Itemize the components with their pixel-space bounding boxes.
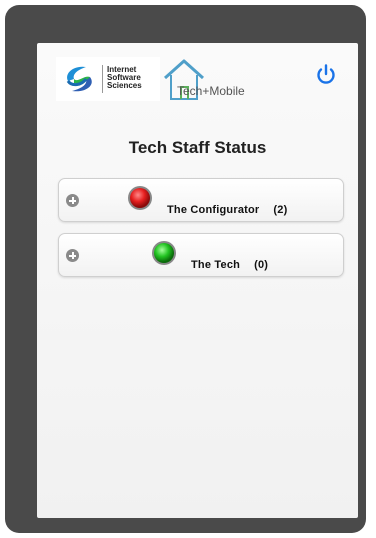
staff-count: (0) — [254, 259, 269, 271]
logo-line-3: Sciences — [107, 81, 142, 90]
swirl-logo-icon — [66, 66, 92, 92]
device-frame: Internet Software Sciences Tech+Mobile T… — [5, 5, 366, 533]
app-screen: Internet Software Sciences Tech+Mobile T… — [37, 43, 358, 518]
staff-count: (2) — [273, 204, 288, 216]
page-title: Tech Staff Status — [128, 138, 267, 157]
status-orb-icon — [152, 241, 176, 265]
staff-label: The Configurator (2) — [167, 204, 287, 216]
status-orb-icon — [128, 186, 152, 210]
staff-row-configurator[interactable]: The Configurator (2) — [58, 178, 344, 222]
power-icon[interactable] — [314, 63, 338, 87]
logo-text: Internet Software Sciences — [107, 66, 142, 90]
app-name: Tech+Mobile — [177, 84, 245, 98]
staff-name: The Configurator — [167, 204, 260, 216]
company-logo: Internet Software Sciences — [56, 57, 160, 101]
plus-circle-icon[interactable] — [66, 249, 79, 262]
staff-name: The Tech — [191, 259, 241, 271]
plus-circle-icon[interactable] — [66, 194, 79, 207]
staff-label: The Tech (0) — [191, 259, 268, 271]
logo-divider — [102, 65, 103, 93]
staff-row-tech[interactable]: The Tech (0) — [58, 233, 344, 277]
